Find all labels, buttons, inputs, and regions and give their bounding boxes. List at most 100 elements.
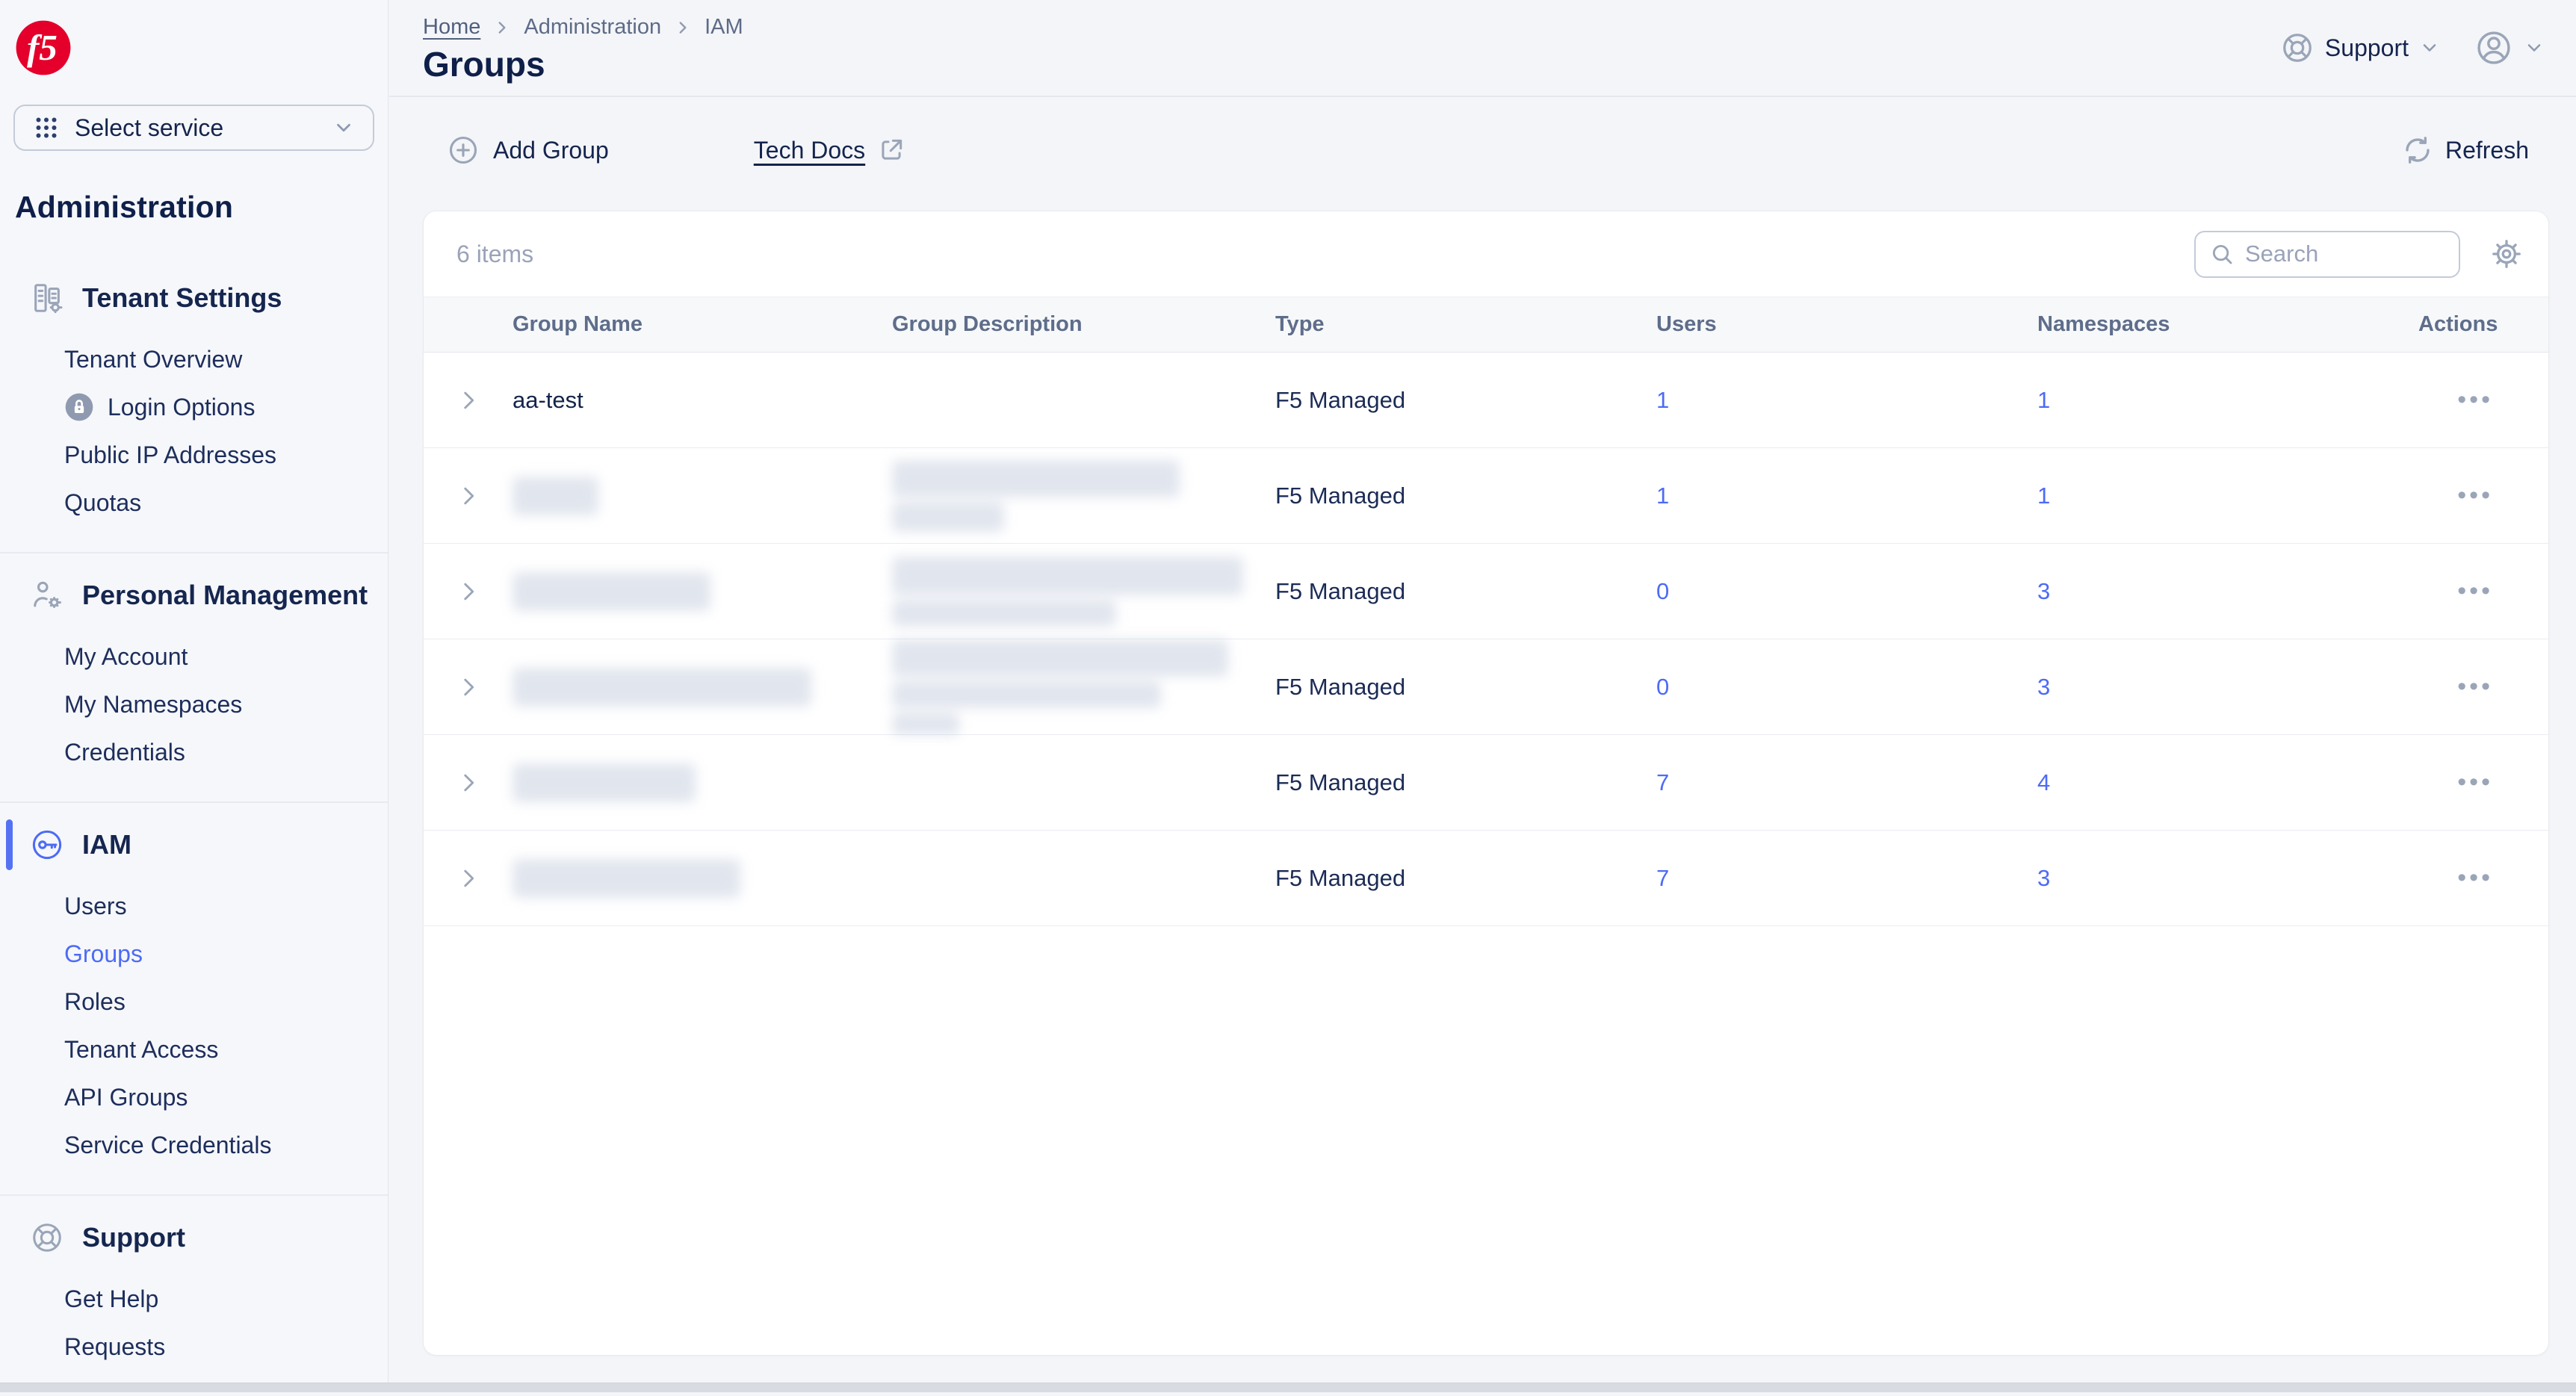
row-expander-chevron-icon[interactable] <box>456 770 481 795</box>
row-expander-chevron-icon[interactable] <box>456 579 481 604</box>
column-header-type: Type <box>1275 312 1325 336</box>
users-count-link[interactable]: 0 <box>1656 674 1669 700</box>
sidebar-item-groups[interactable]: Groups <box>0 930 388 978</box>
breadcrumb-home-link[interactable]: Home <box>423 15 480 40</box>
row-expander-chevron-icon[interactable] <box>456 388 481 413</box>
search-box <box>2194 230 2460 278</box>
namespaces-count-link[interactable]: 1 <box>2037 483 2050 509</box>
group-name: aa-test <box>513 386 583 413</box>
users-count-link[interactable]: 0 <box>1656 578 1669 604</box>
row-actions-menu[interactable]: ••• <box>2457 672 2493 701</box>
sidebar-item-label: Requests <box>64 1333 166 1360</box>
sidebar-section-header-iam[interactable]: IAM <box>0 819 388 870</box>
column-header-namespaces: Namespaces <box>2037 312 2170 336</box>
redacted-group-description <box>892 459 1180 497</box>
redacted-group-description <box>892 599 1116 627</box>
sidebar-section-header-personal-management[interactable]: Personal Management <box>0 574 388 616</box>
sidebar-item-label: Service Credentials <box>64 1131 272 1158</box>
group-type: F5 Managed <box>1275 769 1406 795</box>
group-type: F5 Managed <box>1275 386 1406 413</box>
namespaces-count-link[interactable]: 3 <box>2037 865 2050 891</box>
avatar-icon <box>2474 28 2513 67</box>
sidebar-item-tenant-access[interactable]: Tenant Access <box>0 1026 388 1073</box>
sidebar-item-users[interactable]: Users <box>0 882 388 930</box>
refresh-button[interactable]: Refresh <box>2402 134 2529 166</box>
sidebar-section-header-tenant-settings[interactable]: Tenant Settings <box>0 277 388 319</box>
breadcrumb-iam-link[interactable]: IAM <box>705 15 743 40</box>
namespaces-count-link[interactable]: 3 <box>2037 578 2050 604</box>
breadcrumb-administration-link[interactable]: Administration <box>524 15 661 40</box>
account-menu[interactable] <box>2474 28 2545 67</box>
users-count-link[interactable]: 7 <box>1656 865 1669 891</box>
product-title: Administration <box>15 190 234 224</box>
sidebar-section-personal-management: Personal Management My Account My Namespa… <box>0 552 388 801</box>
row-actions-menu[interactable]: ••• <box>2457 385 2493 414</box>
namespaces-count-link[interactable]: 3 <box>2037 674 2050 700</box>
chevron-down-icon <box>2419 37 2440 58</box>
redacted-group-name <box>513 476 598 515</box>
sidebar-item-api-groups[interactable]: API Groups <box>0 1073 388 1121</box>
content: Add Group Tech Docs Refresh 6 items Sear… <box>389 127 2576 1356</box>
sidebar-item-label: Users <box>64 892 127 919</box>
plus-circle-icon <box>447 134 480 167</box>
sidebar-item-label: My Namespaces <box>64 690 243 718</box>
table-row: F5 Managed 0 3 ••• <box>424 544 2548 639</box>
sidebar-item-label: Public IP Addresses <box>64 441 277 468</box>
row-expander-chevron-icon[interactable] <box>456 674 481 700</box>
sidebar-item-my-namespaces[interactable]: My Namespaces <box>0 680 388 728</box>
add-group-button[interactable]: Add Group <box>447 134 609 167</box>
namespaces-count-link[interactable]: 4 <box>2037 769 2050 795</box>
bottom-scrollbar-track[interactable] <box>0 1383 2576 1392</box>
main-area: Home Administration IAM Groups Support A… <box>389 0 2576 1383</box>
sidebar-item-label: Login Options <box>108 393 256 421</box>
breadcrumb: Home Administration IAM <box>423 15 2576 40</box>
sidebar-item-label: Quotas <box>64 488 142 516</box>
table-controls: 6 items <box>424 211 2548 297</box>
sidebar-section-iam: IAM Users Groups Roles Tenant Access API Gro… <box>0 801 388 1194</box>
sidebar-item-tenant-overview[interactable]: Tenant Overview <box>0 335 388 383</box>
sidebar: f5 Select service Administration Tenant … <box>0 0 388 1383</box>
table-body: aa-test F5 Managed 1 1 ••• F5 Managed 1 … <box>424 353 2548 926</box>
sidebar-section-header-support[interactable]: Support <box>0 1217 388 1259</box>
group-type: F5 Managed <box>1275 482 1406 509</box>
sidebar-item-quotas[interactable]: Quotas <box>0 479 388 527</box>
row-expander-chevron-icon[interactable] <box>456 483 481 509</box>
namespaces-count-link[interactable]: 1 <box>2037 387 2050 413</box>
f5-logo-text: f5 <box>27 27 58 68</box>
sidebar-item-label: API Groups <box>64 1083 188 1111</box>
row-actions-menu[interactable]: ••• <box>2457 481 2493 509</box>
redacted-group-description <box>892 713 959 735</box>
gear-icon[interactable] <box>2490 238 2523 270</box>
row-actions-menu[interactable]: ••• <box>2457 768 2493 796</box>
sidebar-item-roles[interactable]: Roles <box>0 978 388 1026</box>
items-count: 6 items <box>456 240 534 267</box>
support-menu[interactable]: Support <box>2280 31 2440 65</box>
search-icon <box>2209 241 2235 267</box>
select-service-dropdown[interactable]: Select service <box>13 105 374 151</box>
tech-docs-link[interactable]: Tech Docs <box>754 136 905 164</box>
groups-table-card: 6 items Group Name Group Description Typ… <box>423 211 2549 1356</box>
sidebar-item-my-account[interactable]: My Account <box>0 633 388 680</box>
sidebar-item-public-ip-addresses[interactable]: Public IP Addresses <box>0 431 388 479</box>
users-count-link[interactable]: 1 <box>1656 387 1669 413</box>
sidebar-item-credentials[interactable]: Credentials <box>0 728 388 776</box>
row-actions-menu[interactable]: ••• <box>2457 577 2493 605</box>
group-type: F5 Managed <box>1275 577 1406 604</box>
search-input[interactable] <box>2245 241 2445 267</box>
users-count-link[interactable]: 1 <box>1656 483 1669 509</box>
sidebar-item-get-help[interactable]: Get Help <box>0 1275 388 1323</box>
users-count-link[interactable]: 7 <box>1656 769 1669 795</box>
sidebar-item-login-options[interactable]: Login Options <box>0 383 388 431</box>
redacted-group-name <box>513 571 710 611</box>
row-expander-chevron-icon[interactable] <box>456 866 481 891</box>
row-actions-menu[interactable]: ••• <box>2457 863 2493 892</box>
sidebar-item-requests[interactable]: Requests <box>0 1323 388 1371</box>
toolbar: Add Group Tech Docs Refresh <box>423 127 2549 173</box>
table-row: F5 Managed 1 1 ••• <box>424 448 2548 544</box>
table-row: F5 Managed 7 4 ••• <box>424 735 2548 831</box>
select-service-label: Select service <box>75 114 224 141</box>
sidebar-item-label: My Account <box>64 642 188 670</box>
sidebar-item-service-credentials[interactable]: Service Credentials <box>0 1121 388 1169</box>
redacted-group-name <box>513 763 696 802</box>
chevron-down-icon <box>2524 37 2545 58</box>
